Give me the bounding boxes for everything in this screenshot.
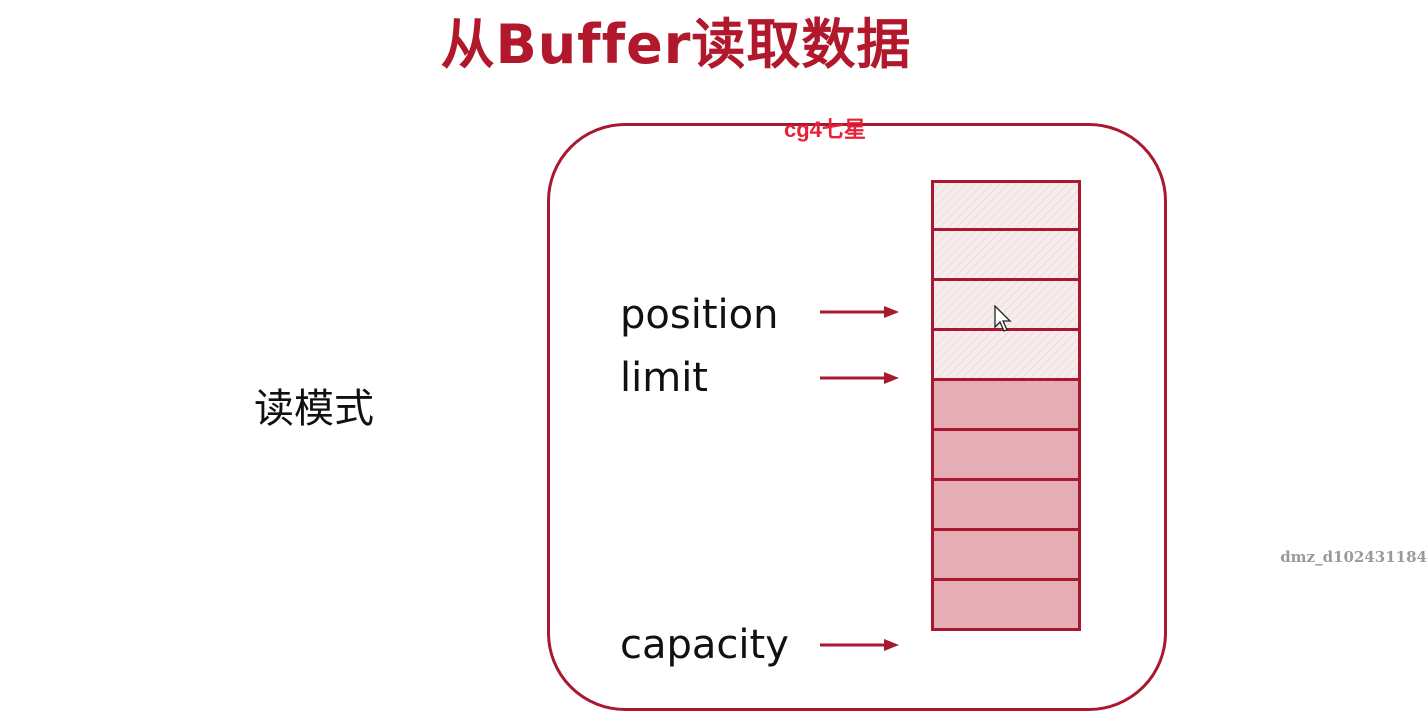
page-title: 从Buffer读取数据 — [440, 13, 912, 76]
buffer-cells — [931, 180, 1081, 631]
buffer-cell-empty — [931, 180, 1081, 231]
buffer-cell-filled — [931, 378, 1081, 431]
mouse-cursor-icon — [994, 305, 1012, 332]
limit-arrow-icon — [820, 372, 899, 384]
buffer-cell-empty — [931, 328, 1081, 381]
position-arrow-icon — [820, 306, 899, 318]
overlay-tag: cg4七星 — [784, 117, 866, 142]
limit-label: limit — [620, 355, 708, 401]
position-label: position — [620, 292, 779, 338]
buffer-cell-filled — [931, 528, 1081, 581]
mode-label: 读模式 — [254, 386, 374, 432]
buffer-cell-filled — [931, 428, 1081, 481]
capacity-arrow-icon — [820, 639, 899, 651]
watermark-text: dmz_d102431184 — [1280, 548, 1427, 566]
buffer-cell-filled — [931, 578, 1081, 631]
buffer-cell-empty — [931, 228, 1081, 281]
capacity-label: capacity — [620, 622, 789, 668]
buffer-cell-filled — [931, 478, 1081, 531]
